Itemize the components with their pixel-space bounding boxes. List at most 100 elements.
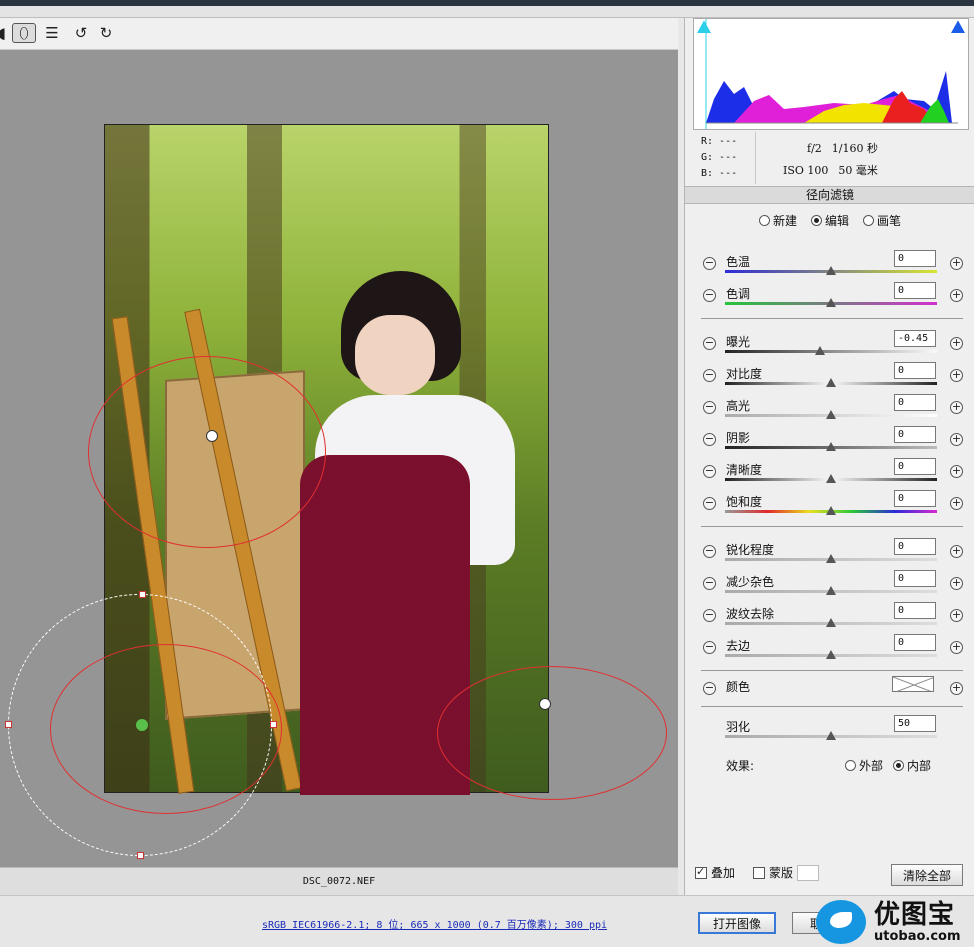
- slider-value-field[interactable]: 0: [894, 282, 936, 299]
- slider-value-field[interactable]: 0: [894, 362, 936, 379]
- feather-label: 羽化: [726, 720, 751, 734]
- zoom-icon[interactable]: ◖: [0, 23, 8, 43]
- bottom-bar: sRGB IEC61966-2.1; 8 位; 665 x 1000 (0.7 …: [0, 895, 974, 947]
- slider-label: 对比度: [726, 367, 763, 381]
- minus-icon[interactable]: −: [703, 465, 716, 478]
- slider-value-field[interactable]: 0: [894, 538, 936, 555]
- slider-thumb[interactable]: [826, 410, 836, 419]
- plus-icon[interactable]: +: [950, 682, 963, 695]
- minus-icon[interactable]: −: [703, 609, 716, 622]
- resize-handle-top[interactable]: [139, 591, 146, 598]
- plus-icon[interactable]: +: [950, 433, 963, 446]
- rotate-left-icon[interactable]: ↺: [72, 23, 90, 43]
- minus-icon[interactable]: −: [703, 401, 716, 414]
- radial-filter-ellipse-1[interactable]: [88, 356, 326, 548]
- radial-filter-pin-1[interactable]: [206, 430, 218, 442]
- slider-value-field[interactable]: 0: [894, 250, 936, 267]
- minus-icon[interactable]: −: [703, 641, 716, 654]
- minus-icon[interactable]: −: [703, 289, 716, 302]
- slider-thumb[interactable]: [826, 554, 836, 563]
- slider-label: 锐化程度: [726, 543, 775, 557]
- slider-thumb[interactable]: [826, 378, 836, 387]
- minus-icon[interactable]: −: [703, 433, 716, 446]
- plus-icon[interactable]: +: [950, 609, 963, 622]
- mode-radio[interactable]: [863, 215, 875, 226]
- slider-label: 减少杂色: [726, 575, 775, 589]
- resize-handle-right[interactable]: [270, 721, 277, 728]
- overlay-checkbox[interactable]: [695, 865, 707, 879]
- feather-value-field[interactable]: 50: [894, 715, 936, 732]
- overlay-label: 叠加: [711, 866, 736, 880]
- minus-icon[interactable]: −: [703, 497, 716, 510]
- slider-value-field[interactable]: -0.45: [894, 330, 936, 347]
- girl-face: [355, 315, 435, 395]
- plus-icon[interactable]: +: [950, 257, 963, 270]
- list-icon[interactable]: ☰: [42, 23, 62, 43]
- slider-thumb[interactable]: [826, 442, 836, 451]
- slider-label: 色调: [726, 287, 751, 301]
- open-image-button[interactable]: 打开图像: [698, 912, 776, 934]
- effect-radio[interactable]: [845, 760, 856, 771]
- filename-label: DSC_0072.NEF: [0, 867, 678, 895]
- slider-value-field[interactable]: 0: [894, 570, 936, 587]
- clear-all-button[interactable]: 清除全部: [891, 864, 963, 886]
- mode-option[interactable]: 编辑: [811, 212, 849, 229]
- slider-value-field[interactable]: 0: [894, 426, 936, 443]
- slider-track[interactable]: [725, 350, 937, 353]
- mode-radio[interactable]: [759, 215, 770, 226]
- minus-icon[interactable]: −: [703, 337, 716, 350]
- mask-checkbox[interactable]: [753, 866, 766, 879]
- effect-option[interactable]: 外部: [845, 757, 883, 774]
- radial-filter-ellipse-3[interactable]: [437, 666, 667, 800]
- mode-option[interactable]: 新建: [759, 212, 797, 229]
- plus-icon[interactable]: +: [950, 401, 963, 414]
- watermark-name: 优图宝: [874, 899, 956, 930]
- image-canvas[interactable]: [0, 50, 678, 867]
- minus-icon[interactable]: −: [703, 577, 716, 590]
- slider-thumb[interactable]: [826, 618, 836, 627]
- radial-filter-pin-selected[interactable]: [136, 719, 148, 731]
- minus-icon[interactable]: −: [703, 545, 716, 558]
- feather-thumb[interactable]: [826, 731, 836, 740]
- mode-option[interactable]: 画笔: [863, 212, 901, 229]
- plus-icon[interactable]: +: [950, 337, 963, 350]
- mask-color-swatch[interactable]: [797, 864, 820, 881]
- rotate-right-icon[interactable]: ↻: [97, 23, 115, 43]
- minus-icon[interactable]: −: [703, 682, 716, 695]
- slider-thumb[interactable]: [826, 586, 836, 595]
- effect-radio[interactable]: [893, 760, 905, 771]
- slider-label: 清晰度: [726, 463, 763, 477]
- effect-row: 效果: 外部 内部: [699, 757, 965, 792]
- plus-icon[interactable]: +: [950, 465, 963, 478]
- resize-handle-left[interactable]: [5, 721, 12, 728]
- slider-thumb[interactable]: [826, 298, 836, 307]
- slider-value-field[interactable]: 0: [894, 394, 936, 411]
- minus-icon[interactable]: −: [703, 257, 716, 270]
- aperture-value: f/2: [807, 142, 822, 155]
- slider-thumb[interactable]: [815, 346, 826, 355]
- mode-radio[interactable]: [811, 215, 823, 226]
- plus-icon[interactable]: +: [950, 289, 963, 302]
- bird-logo-icon: [816, 900, 866, 944]
- slider-thumb[interactable]: [826, 266, 836, 275]
- radial-filter-pin-3[interactable]: [539, 698, 551, 710]
- color-swatch[interactable]: [892, 676, 934, 692]
- effect-option[interactable]: 内部: [893, 757, 931, 774]
- slider-thumb[interactable]: [826, 506, 836, 515]
- plus-icon[interactable]: +: [950, 369, 963, 382]
- slider-thumb[interactable]: [826, 474, 836, 483]
- watermark-url: utobao.com: [874, 928, 961, 944]
- slider-value-field[interactable]: 0: [894, 634, 936, 651]
- slider-value-field[interactable]: 0: [894, 602, 936, 619]
- radial-filter-icon[interactable]: ⬯: [12, 23, 36, 43]
- slider-thumb[interactable]: [826, 650, 836, 659]
- plus-icon[interactable]: +: [950, 497, 963, 510]
- plus-icon[interactable]: +: [950, 577, 963, 590]
- workflow-options-link[interactable]: sRGB IEC61966-2.1; 8 位; 665 x 1000 (0.7 …: [262, 916, 607, 931]
- slider-value-field[interactable]: 0: [894, 490, 936, 507]
- plus-icon[interactable]: +: [950, 641, 963, 654]
- slider-value-field[interactable]: 0: [894, 458, 936, 475]
- plus-icon[interactable]: +: [950, 545, 963, 558]
- resize-handle-bottom[interactable]: [137, 852, 144, 859]
- minus-icon[interactable]: −: [703, 369, 716, 382]
